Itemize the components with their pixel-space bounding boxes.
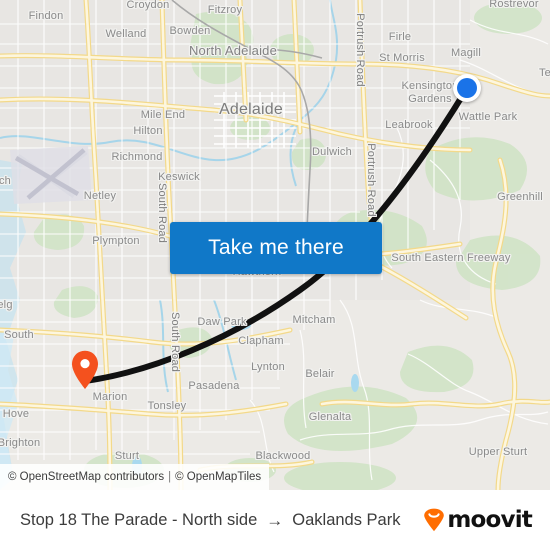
route-origin-label: Stop 18 The Parade - North side: [20, 510, 258, 529]
route-arrow-icon: →: [266, 510, 284, 530]
moovit-route-screenshot: Findon Croydon Fitzroy Welland Bowden North A…: [0, 0, 550, 550]
footer-bar: Stop 18 The Parade - North side → Oaklan…: [0, 490, 550, 550]
attribution-maptiles[interactable]: © OpenMapTiles: [175, 471, 261, 483]
map-canvas[interactable]: Findon Croydon Fitzroy Welland Bowden North A…: [0, 0, 550, 490]
attribution-osm[interactable]: © OpenStreetMap contributors: [8, 471, 164, 483]
destination-dot-marker[interactable]: [453, 74, 481, 102]
route-destination-label: Oaklands Park: [292, 510, 401, 529]
map-pin-icon: [72, 350, 98, 389]
map-attribution: © OpenStreetMap contributors | © OpenMap…: [0, 464, 270, 490]
take-me-there-button[interactable]: Take me there: [170, 222, 382, 274]
route-summary: Stop 18 The Parade - North side → Oaklan…: [20, 511, 400, 530]
origin-pin-marker[interactable]: [70, 350, 100, 390]
moovit-logo[interactable]: moovit: [423, 507, 533, 533]
attribution-separator: |: [168, 471, 172, 483]
moovit-wordmark: moovit: [447, 507, 532, 533]
moovit-pin-icon: [424, 508, 445, 532]
destination-dot-core: [457, 78, 477, 98]
